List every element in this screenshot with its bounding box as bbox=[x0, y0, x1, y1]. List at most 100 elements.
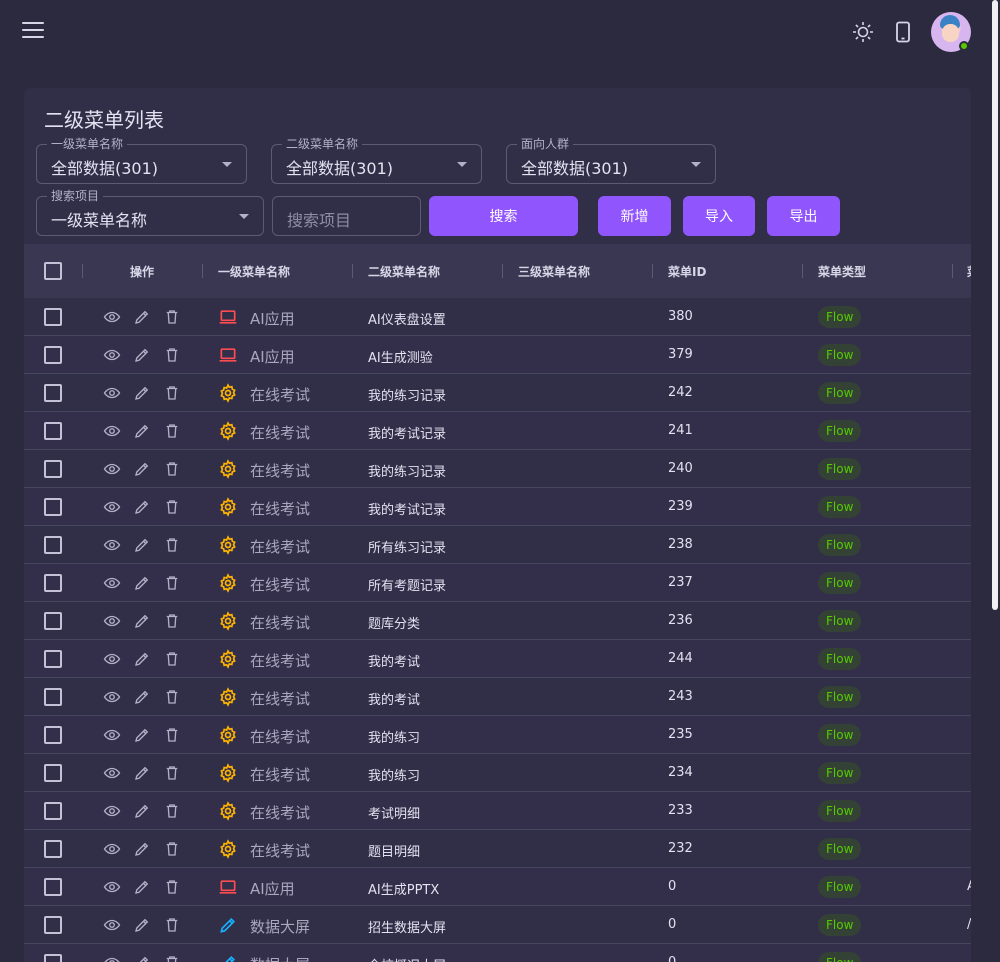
column-header-level2[interactable]: 二级菜单名称 bbox=[368, 263, 440, 280]
level1-menu-select[interactable]: 一级菜单名称 全部数据(301) bbox=[36, 137, 247, 184]
column-header-menu-id[interactable]: 菜单ID bbox=[668, 263, 706, 280]
import-button[interactable]: 导入 bbox=[683, 196, 755, 236]
edit-pencil-icon[interactable] bbox=[133, 346, 151, 364]
view-eye-icon[interactable] bbox=[103, 726, 121, 744]
sun-icon[interactable] bbox=[851, 20, 875, 44]
row-checkbox[interactable] bbox=[44, 346, 62, 364]
table-row[interactable]: AI应用 AI仪表盘设置 380 Flow bbox=[24, 298, 971, 336]
view-eye-icon[interactable] bbox=[103, 422, 121, 440]
view-eye-icon[interactable] bbox=[103, 878, 121, 896]
row-checkbox[interactable] bbox=[44, 460, 62, 478]
edit-pencil-icon[interactable] bbox=[133, 878, 151, 896]
delete-trash-icon[interactable] bbox=[163, 916, 181, 934]
delete-trash-icon[interactable] bbox=[163, 308, 181, 326]
search-field-select[interactable]: 搜索项目 一级菜单名称 bbox=[36, 189, 264, 236]
edit-pencil-icon[interactable] bbox=[133, 954, 151, 962]
delete-trash-icon[interactable] bbox=[163, 536, 181, 554]
table-row[interactable]: 在线考试 我的考试记录 241 Flow bbox=[24, 412, 971, 450]
edit-pencil-icon[interactable] bbox=[133, 802, 151, 820]
search-button[interactable]: 搜索 bbox=[429, 196, 578, 236]
table-row[interactable]: 在线考试 题库分类 236 Flow bbox=[24, 602, 971, 640]
column-header-actions[interactable]: 操作 bbox=[130, 263, 154, 280]
hamburger-menu-icon[interactable] bbox=[22, 22, 44, 40]
edit-pencil-icon[interactable] bbox=[133, 726, 151, 744]
row-checkbox[interactable] bbox=[44, 802, 62, 820]
row-checkbox[interactable] bbox=[44, 916, 62, 934]
row-checkbox[interactable] bbox=[44, 498, 62, 516]
edit-pencil-icon[interactable] bbox=[133, 840, 151, 858]
tablet-icon[interactable] bbox=[891, 20, 915, 44]
row-checkbox[interactable] bbox=[44, 726, 62, 744]
edit-pencil-icon[interactable] bbox=[133, 650, 151, 668]
table-row[interactable]: 在线考试 我的练习记录 242 Flow bbox=[24, 374, 971, 412]
row-checkbox[interactable] bbox=[44, 574, 62, 592]
delete-trash-icon[interactable] bbox=[163, 840, 181, 858]
view-eye-icon[interactable] bbox=[103, 688, 121, 706]
row-checkbox[interactable] bbox=[44, 308, 62, 326]
view-eye-icon[interactable] bbox=[103, 308, 121, 326]
row-checkbox[interactable] bbox=[44, 954, 62, 962]
delete-trash-icon[interactable] bbox=[163, 878, 181, 896]
add-button[interactable]: 新增 bbox=[598, 196, 671, 236]
row-checkbox[interactable] bbox=[44, 612, 62, 630]
view-eye-icon[interactable] bbox=[103, 764, 121, 782]
delete-trash-icon[interactable] bbox=[163, 422, 181, 440]
column-header-level3[interactable]: 三级菜单名称 bbox=[518, 263, 590, 280]
view-eye-icon[interactable] bbox=[103, 536, 121, 554]
view-eye-icon[interactable] bbox=[103, 346, 121, 364]
view-eye-icon[interactable] bbox=[103, 650, 121, 668]
column-header-menu-type[interactable]: 菜单类型 bbox=[818, 263, 866, 280]
delete-trash-icon[interactable] bbox=[163, 384, 181, 402]
table-row[interactable]: 在线考试 所有考题记录 237 Flow bbox=[24, 564, 971, 602]
table-row[interactable]: 在线考试 所有练习记录 238 Flow bbox=[24, 526, 971, 564]
delete-trash-icon[interactable] bbox=[163, 764, 181, 782]
table-row[interactable]: 在线考试 我的考试 244 Flow bbox=[24, 640, 971, 678]
page-scrollbar-thumb[interactable] bbox=[992, 0, 998, 610]
row-checkbox[interactable] bbox=[44, 536, 62, 554]
delete-trash-icon[interactable] bbox=[163, 726, 181, 744]
view-eye-icon[interactable] bbox=[103, 954, 121, 962]
edit-pencil-icon[interactable] bbox=[133, 764, 151, 782]
edit-pencil-icon[interactable] bbox=[133, 308, 151, 326]
column-header-truncated[interactable]: 菜 bbox=[967, 263, 971, 280]
view-eye-icon[interactable] bbox=[103, 498, 121, 516]
row-checkbox[interactable] bbox=[44, 688, 62, 706]
view-eye-icon[interactable] bbox=[103, 612, 121, 630]
select-all-checkbox[interactable] bbox=[44, 262, 62, 280]
view-eye-icon[interactable] bbox=[103, 460, 121, 478]
edit-pencil-icon[interactable] bbox=[133, 422, 151, 440]
delete-trash-icon[interactable] bbox=[163, 612, 181, 630]
table-row[interactable]: 在线考试 考试明细 233 Flow bbox=[24, 792, 971, 830]
delete-trash-icon[interactable] bbox=[163, 688, 181, 706]
delete-trash-icon[interactable] bbox=[163, 460, 181, 478]
delete-trash-icon[interactable] bbox=[163, 954, 181, 962]
table-row[interactable]: 在线考试 我的考试记录 239 Flow bbox=[24, 488, 971, 526]
edit-pencil-icon[interactable] bbox=[133, 460, 151, 478]
table-row[interactable]: 在线考试 我的练习记录 240 Flow bbox=[24, 450, 971, 488]
delete-trash-icon[interactable] bbox=[163, 498, 181, 516]
edit-pencil-icon[interactable] bbox=[133, 536, 151, 554]
delete-trash-icon[interactable] bbox=[163, 650, 181, 668]
row-checkbox[interactable] bbox=[44, 764, 62, 782]
table-row[interactable]: 在线考试 我的练习 234 Flow bbox=[24, 754, 971, 792]
delete-trash-icon[interactable] bbox=[163, 346, 181, 364]
row-checkbox[interactable] bbox=[44, 840, 62, 858]
column-header-level1[interactable]: 一级菜单名称 bbox=[218, 263, 290, 280]
view-eye-icon[interactable] bbox=[103, 384, 121, 402]
edit-pencil-icon[interactable] bbox=[133, 612, 151, 630]
table-row[interactable]: 在线考试 题目明细 232 Flow bbox=[24, 830, 971, 868]
table-row[interactable]: AI应用 AI生成PPTX 0 Flow A bbox=[24, 868, 971, 906]
table-row[interactable]: 数据大屏 全校概况大屏 0 Flow bbox=[24, 944, 971, 962]
row-checkbox[interactable] bbox=[44, 422, 62, 440]
delete-trash-icon[interactable] bbox=[163, 802, 181, 820]
level2-menu-select[interactable]: 二级菜单名称 全部数据(301) bbox=[271, 137, 482, 184]
edit-pencil-icon[interactable] bbox=[133, 574, 151, 592]
export-button[interactable]: 导出 bbox=[767, 196, 840, 236]
view-eye-icon[interactable] bbox=[103, 840, 121, 858]
table-row[interactable]: 在线考试 我的练习 235 Flow bbox=[24, 716, 971, 754]
row-checkbox[interactable] bbox=[44, 650, 62, 668]
edit-pencil-icon[interactable] bbox=[133, 498, 151, 516]
table-row[interactable]: 数据大屏 招生数据大屏 0 Flow / bbox=[24, 906, 971, 944]
view-eye-icon[interactable] bbox=[103, 802, 121, 820]
edit-pencil-icon[interactable] bbox=[133, 384, 151, 402]
